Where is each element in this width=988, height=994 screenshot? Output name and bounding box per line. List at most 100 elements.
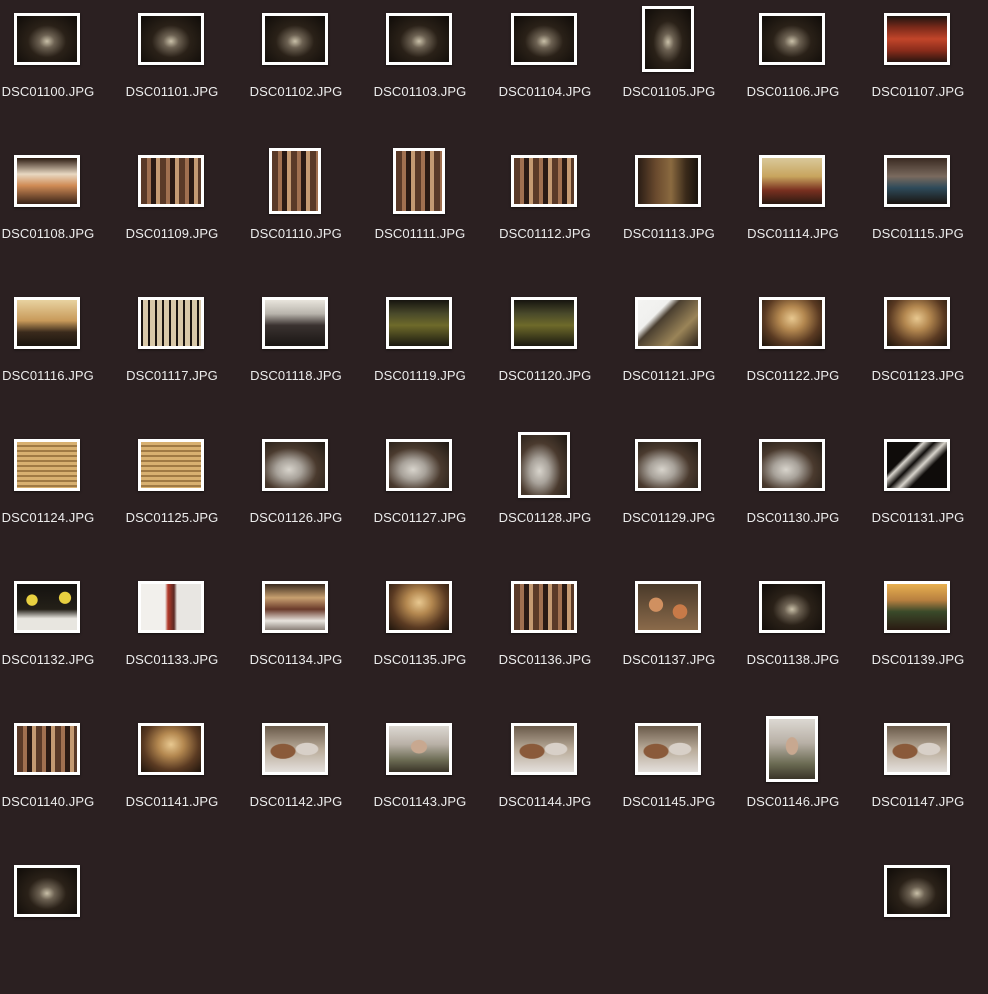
file-item[interactable]: [124, 852, 248, 994]
file-item[interactable]: DSC01118.JPG: [248, 284, 372, 426]
file-item[interactable]: DSC01138.JPG: [745, 568, 869, 710]
file-thumbnail[interactable]: [262, 13, 328, 65]
file-item[interactable]: DSC01139.JPG: [870, 568, 988, 710]
file-thumbnail[interactable]: [635, 155, 701, 207]
file-item[interactable]: DSC01126.JPG: [248, 426, 372, 568]
file-thumbnail[interactable]: [511, 297, 577, 349]
file-thumbnail[interactable]: [14, 865, 80, 917]
file-thumbnail[interactable]: [884, 155, 950, 207]
file-item[interactable]: DSC01102.JPG: [248, 0, 372, 142]
file-thumbnail[interactable]: [884, 13, 950, 65]
file-item[interactable]: [497, 852, 621, 994]
file-thumbnail[interactable]: [14, 723, 80, 775]
file-item[interactable]: DSC01119.JPG: [372, 284, 496, 426]
file-item[interactable]: [621, 852, 745, 994]
file-item[interactable]: DSC01133.JPG: [124, 568, 248, 710]
file-thumbnail[interactable]: [138, 13, 204, 65]
file-thumbnail[interactable]: [138, 723, 204, 775]
file-thumbnail[interactable]: [138, 581, 204, 633]
file-item[interactable]: DSC01112.JPG: [497, 142, 621, 284]
file-thumbnail[interactable]: [386, 13, 452, 65]
file-thumbnail[interactable]: [262, 581, 328, 633]
file-thumbnail[interactable]: [759, 439, 825, 491]
file-thumbnail[interactable]: [386, 439, 452, 491]
file-item[interactable]: DSC01129.JPG: [621, 426, 745, 568]
file-item[interactable]: DSC01143.JPG: [372, 710, 496, 852]
file-item[interactable]: DSC01135.JPG: [372, 568, 496, 710]
file-item[interactable]: DSC01137.JPG: [621, 568, 745, 710]
file-thumbnail[interactable]: [759, 155, 825, 207]
file-thumbnail[interactable]: [14, 581, 80, 633]
file-item[interactable]: DSC01142.JPG: [248, 710, 372, 852]
file-item[interactable]: DSC01132.JPG: [0, 568, 124, 710]
file-thumbnail[interactable]: [14, 13, 80, 65]
file-item[interactable]: DSC01103.JPG: [372, 0, 496, 142]
file-thumbnail[interactable]: [766, 716, 818, 782]
file-thumbnail[interactable]: [138, 439, 204, 491]
file-item[interactable]: DSC01128.JPG: [497, 426, 621, 568]
file-item[interactable]: DSC01117.JPG: [124, 284, 248, 426]
file-thumbnail[interactable]: [138, 297, 204, 349]
file-thumbnail[interactable]: [511, 13, 577, 65]
file-item[interactable]: DSC01120.JPG: [497, 284, 621, 426]
file-thumbnail[interactable]: [511, 723, 577, 775]
file-thumbnail[interactable]: [393, 148, 445, 214]
file-item[interactable]: [745, 852, 869, 994]
file-item[interactable]: DSC01144.JPG: [497, 710, 621, 852]
file-thumbnail[interactable]: [386, 723, 452, 775]
file-thumbnail[interactable]: [635, 581, 701, 633]
file-item[interactable]: DSC01146.JPG: [745, 710, 869, 852]
file-thumbnail[interactable]: [884, 439, 950, 491]
file-item[interactable]: DSC01130.JPG: [745, 426, 869, 568]
file-thumbnail[interactable]: [14, 155, 80, 207]
file-thumbnail[interactable]: [386, 581, 452, 633]
file-item[interactable]: DSC01141.JPG: [124, 710, 248, 852]
file-item[interactable]: DSC01125.JPG: [124, 426, 248, 568]
file-thumbnail[interactable]: [511, 581, 577, 633]
file-thumbnail[interactable]: [262, 439, 328, 491]
file-item[interactable]: DSC01123.JPG: [870, 284, 988, 426]
file-item[interactable]: DSC01109.JPG: [124, 142, 248, 284]
file-item[interactable]: DSC01116.JPG: [0, 284, 124, 426]
file-item[interactable]: DSC01122.JPG: [745, 284, 869, 426]
file-item[interactable]: DSC01136.JPG: [497, 568, 621, 710]
file-thumbnail[interactable]: [759, 581, 825, 633]
file-thumbnail[interactable]: [14, 297, 80, 349]
file-item[interactable]: DSC01134.JPG: [248, 568, 372, 710]
file-item[interactable]: DSC01115.JPG: [870, 142, 988, 284]
file-thumbnail[interactable]: [884, 723, 950, 775]
file-thumbnail[interactable]: [269, 148, 321, 214]
file-thumbnail[interactable]: [511, 155, 577, 207]
file-item[interactable]: DSC01127.JPG: [372, 426, 496, 568]
file-thumbnail[interactable]: [884, 297, 950, 349]
file-thumbnail[interactable]: [635, 297, 701, 349]
file-item[interactable]: DSC01100.JPG: [0, 0, 124, 142]
file-item[interactable]: DSC01108.JPG: [0, 142, 124, 284]
file-item[interactable]: DSC01110.JPG: [248, 142, 372, 284]
file-thumbnail[interactable]: [14, 439, 80, 491]
file-thumbnail[interactable]: [884, 865, 950, 917]
file-item[interactable]: DSC01114.JPG: [745, 142, 869, 284]
file-thumbnail[interactable]: [386, 297, 452, 349]
file-thumbnail[interactable]: [262, 723, 328, 775]
file-thumbnail[interactable]: [642, 6, 694, 72]
file-thumbnail[interactable]: [884, 581, 950, 633]
file-thumbnail[interactable]: [138, 155, 204, 207]
file-item[interactable]: DSC01107.JPG: [870, 0, 988, 142]
file-thumbnail[interactable]: [759, 13, 825, 65]
file-item[interactable]: DSC01124.JPG: [0, 426, 124, 568]
file-item[interactable]: DSC01105.JPG: [621, 0, 745, 142]
file-thumbnail[interactable]: [518, 432, 570, 498]
file-item[interactable]: DSC01101.JPG: [124, 0, 248, 142]
file-item[interactable]: DSC01106.JPG: [745, 0, 869, 142]
file-item[interactable]: DSC01121.JPG: [621, 284, 745, 426]
file-item[interactable]: DSC01104.JPG: [497, 0, 621, 142]
file-item[interactable]: [248, 852, 372, 994]
file-item[interactable]: DSC01131.JPG: [870, 426, 988, 568]
file-item[interactable]: [372, 852, 496, 994]
file-thumbnail[interactable]: [262, 297, 328, 349]
file-item[interactable]: DSC01140.JPG: [0, 710, 124, 852]
file-thumbnail[interactable]: [635, 723, 701, 775]
file-item[interactable]: DSC01147.JPG: [870, 710, 988, 852]
file-item[interactable]: [870, 852, 988, 994]
